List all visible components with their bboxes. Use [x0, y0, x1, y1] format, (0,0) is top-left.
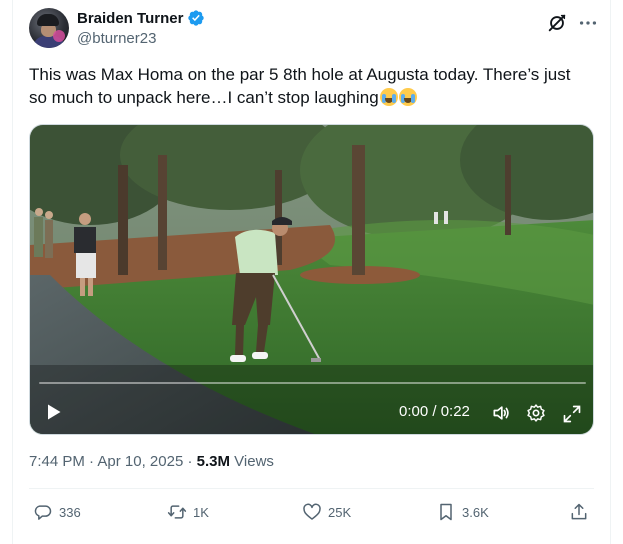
loudly-crying-face-emoji [379, 88, 398, 106]
like-count: 25K [328, 504, 352, 520]
avatar[interactable] [29, 8, 69, 48]
play-icon[interactable] [43, 402, 63, 422]
video-player[interactable]: 0:00 / 0:22 [29, 124, 594, 435]
fullscreen-icon[interactable] [562, 404, 582, 424]
bookmark-count: 3.6K [462, 504, 489, 520]
video-frame [30, 125, 593, 434]
tweet-actions: 336 1K 25K 3.6K [29, 498, 594, 530]
timeline-border-left [12, 0, 13, 544]
meta-separator: · [187, 453, 193, 470]
reply-icon [34, 505, 52, 520]
video-time-display: 0:00 / 0:22 [399, 403, 470, 420]
tweet-date[interactable]: Apr 10, 2025 [97, 453, 183, 470]
timeline-border-right [610, 0, 611, 544]
author-handle[interactable]: @bturner23 [77, 30, 156, 47]
tweet-header: Braiden Turner @bturner23 [29, 8, 597, 50]
tweet-time[interactable]: 7:44 PM [29, 453, 85, 470]
share-icon [571, 503, 587, 520]
tweet-text: This was Max Homa on the par 5 8th hole … [29, 63, 591, 109]
reply-button[interactable]: 336 [33, 502, 81, 522]
tweet-meta: 7:44 PM · Apr 10, 2025 · 5.3M Views [29, 453, 274, 470]
grok-icon[interactable] [546, 12, 568, 34]
views-count: 5.3M [196, 453, 230, 470]
like-icon [303, 503, 321, 520]
meta-separator: · [89, 453, 95, 470]
divider [29, 488, 594, 489]
more-icon[interactable] [577, 12, 599, 34]
loudly-crying-face-emoji [398, 88, 417, 106]
repost-icon [167, 505, 187, 519]
author-display-name[interactable]: Braiden Turner [77, 10, 183, 27]
author-name-row: Braiden Turner [77, 9, 205, 27]
repost-button[interactable]: 1K [167, 502, 209, 522]
share-button[interactable] [569, 502, 589, 522]
views-label: Views [234, 453, 274, 470]
video-progress-track[interactable] [39, 382, 586, 384]
repost-count: 1K [193, 504, 209, 520]
bookmark-button[interactable]: 3.6K [436, 502, 489, 522]
like-button[interactable]: 25K [302, 502, 351, 522]
verified-badge-icon[interactable] [187, 9, 205, 27]
tweet-body: This was Max Homa on the par 5 8th hole … [29, 65, 571, 107]
reply-count: 336 [59, 504, 81, 520]
volume-icon[interactable] [490, 403, 512, 423]
settings-icon[interactable] [526, 403, 546, 423]
bookmark-icon [440, 503, 452, 521]
